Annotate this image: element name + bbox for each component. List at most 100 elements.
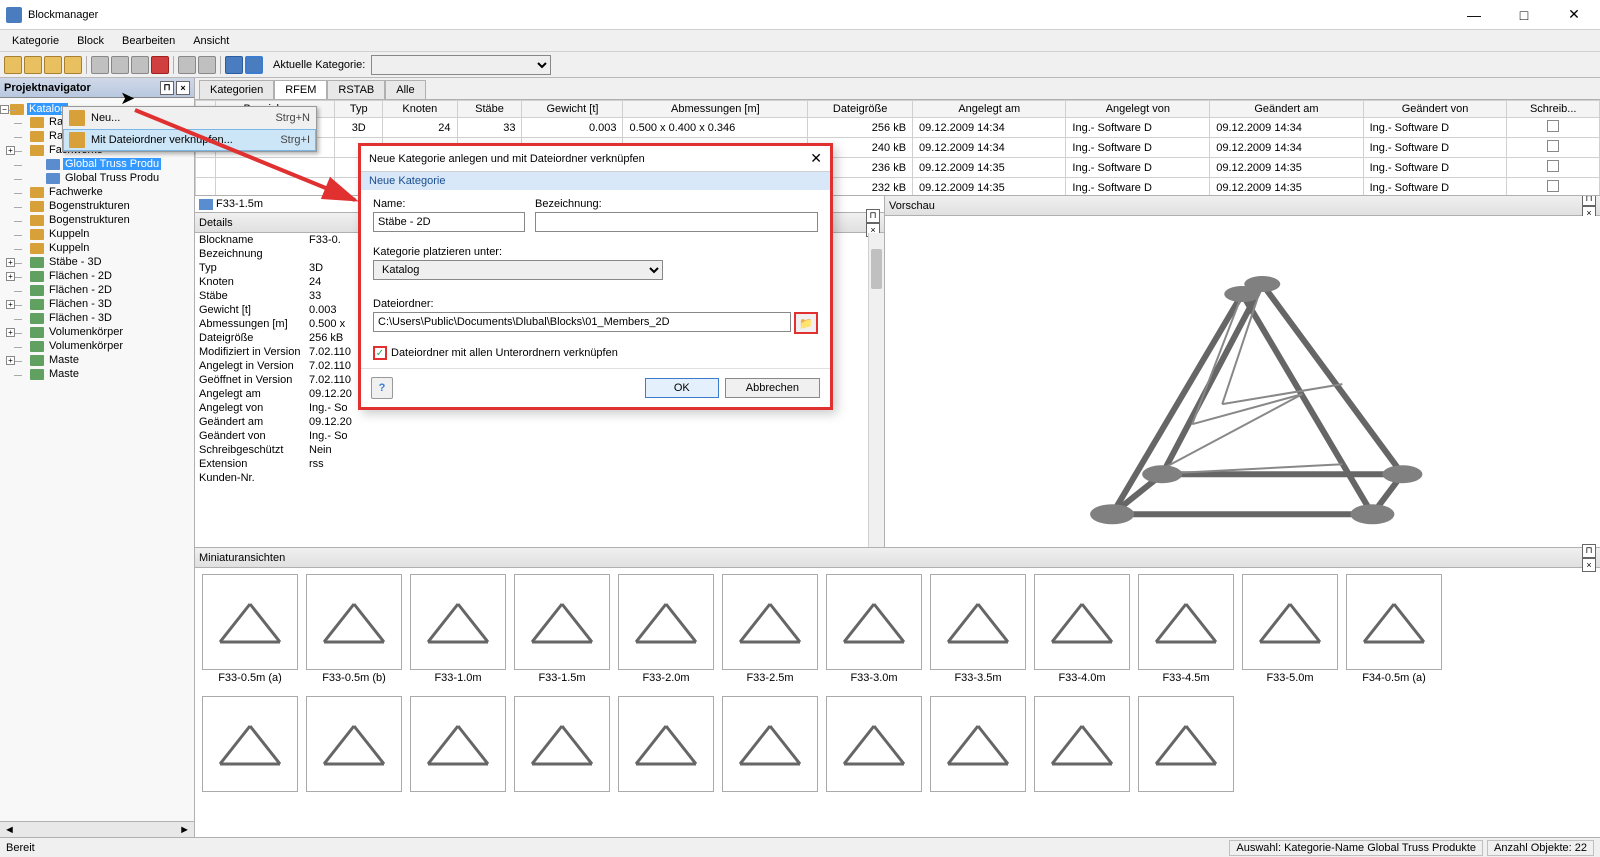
tree-item[interactable]: Volumenkörper	[47, 326, 125, 338]
tree-item[interactable]: Volumenkörper	[47, 340, 125, 352]
tree-item[interactable]: Kuppeln	[47, 242, 91, 254]
context-menu-new[interactable]: Neu... Strg+N	[63, 107, 316, 129]
tab-alle[interactable]: Alle	[385, 80, 425, 99]
thumbnail[interactable]: F33-2.5m	[721, 574, 819, 684]
thumbnail[interactable]: F33-0.5m (a)	[201, 574, 299, 684]
menu-block[interactable]: Block	[69, 33, 112, 49]
ok-button[interactable]: OK	[645, 378, 719, 398]
toolbar-icon-1[interactable]	[4, 56, 22, 74]
details-pin-icon[interactable]: ⊓	[866, 209, 880, 223]
tree-item[interactable]: Flächen - 2D	[47, 270, 114, 282]
thumbnail[interactable]: F34-0.5m (a)	[1345, 574, 1443, 684]
preview-pin-icon[interactable]: ⊓	[1582, 196, 1596, 206]
browse-icon: 📁	[799, 317, 813, 330]
tree-item[interactable]: Bogenstrukturen	[47, 200, 132, 212]
toolbar-icon-3[interactable]	[44, 56, 62, 74]
thumbnail[interactable]	[825, 696, 923, 792]
navigator-title: Projektnavigator	[4, 82, 91, 94]
details-title: Details	[199, 217, 233, 229]
tree-item[interactable]: Maste	[47, 368, 81, 380]
toolbar-icon-8[interactable]	[178, 56, 196, 74]
thumbnail[interactable]	[513, 696, 611, 792]
menu-bearbeiten[interactable]: Bearbeiten	[114, 33, 183, 49]
maximize-button[interactable]: □	[1504, 3, 1544, 27]
grid-header[interactable]: Schreib...	[1507, 101, 1600, 118]
subfolder-checkbox[interactable]: ✓	[373, 346, 387, 360]
tree-item[interactable]: Global Truss Produ	[63, 172, 161, 184]
tree-item[interactable]: Flächen - 2D	[47, 284, 114, 296]
thumbnail[interactable]: F33-2.0m	[617, 574, 715, 684]
tab-rstab[interactable]: RSTAB	[327, 80, 385, 99]
toolbar-icon-11[interactable]	[245, 56, 263, 74]
toolbar-icon-5[interactable]	[91, 56, 109, 74]
grid-header[interactable]: Gewicht [t]	[522, 101, 623, 118]
toolbar-icon-6[interactable]	[111, 56, 129, 74]
grid-header[interactable]: Geändert von	[1363, 101, 1507, 118]
grid-header[interactable]: Typ	[335, 101, 383, 118]
tree-item[interactable]: Maste	[47, 354, 81, 366]
toolbar-icon-10[interactable]	[225, 56, 243, 74]
thumbnail[interactable]: F33-1.5m	[513, 574, 611, 684]
cancel-button[interactable]: Abbrechen	[725, 378, 820, 398]
grid-header[interactable]: Geändert am	[1210, 101, 1363, 118]
thumbnail[interactable]	[617, 696, 715, 792]
tree-item[interactable]: Bogenstrukturen	[47, 214, 132, 226]
thumbnail[interactable]: F33-3.5m	[929, 574, 1027, 684]
navigator-tree[interactable]: −Katalog RahmenRahmen+FachwerkeGlobal Tr…	[0, 98, 194, 821]
folder-input[interactable]	[373, 312, 791, 332]
thumbnail[interactable]	[1033, 696, 1131, 792]
thumbnail[interactable]: F33-4.5m	[1137, 574, 1235, 684]
name-input[interactable]	[373, 212, 525, 232]
details-scrollbar[interactable]	[868, 233, 884, 547]
preview-canvas[interactable]	[885, 216, 1600, 547]
thumbs-pin-icon[interactable]: ⊓	[1582, 544, 1596, 558]
thumbnail[interactable]	[929, 696, 1027, 792]
navigator-scrollbar[interactable]: ◄►	[0, 821, 194, 837]
thumbnail[interactable]	[1137, 696, 1235, 792]
thumbnail[interactable]	[305, 696, 403, 792]
tree-item[interactable]: Kuppeln	[47, 228, 91, 240]
browse-button[interactable]: 📁	[794, 312, 818, 334]
grid-header[interactable]: Angelegt von	[1066, 101, 1210, 118]
close-button[interactable]: ✕	[1554, 3, 1594, 27]
thumbnail[interactable]: F33-3.0m	[825, 574, 923, 684]
tree-item[interactable]: Flächen - 3D	[47, 298, 114, 310]
thumbnail[interactable]: F33-5.0m	[1241, 574, 1339, 684]
tree-item[interactable]: Global Truss Produ	[63, 158, 161, 170]
minimize-button[interactable]: —	[1454, 3, 1494, 27]
context-menu-link-folder[interactable]: Mit Dateiordner verknüpfen... Strg+I	[63, 129, 316, 151]
grid-header[interactable]: Abmessungen [m]	[623, 101, 808, 118]
tree-item[interactable]: Stäbe - 3D	[47, 256, 104, 268]
toolbar-icon-4[interactable]	[64, 56, 82, 74]
tab-kategorien[interactable]: Kategorien	[199, 80, 274, 99]
grid-header[interactable]: Dateigröße	[808, 101, 913, 118]
toolbar-icon-9[interactable]	[198, 56, 216, 74]
tree-item[interactable]: Fachwerke	[47, 186, 105, 198]
tab-rfem[interactable]: RFEM	[274, 80, 327, 99]
delete-icon[interactable]	[151, 56, 169, 74]
thumbnail[interactable]: F33-1.0m	[409, 574, 507, 684]
close-panel-icon[interactable]: ×	[176, 81, 190, 95]
grid-header[interactable]: Stäbe	[457, 101, 522, 118]
desc-input[interactable]	[535, 212, 818, 232]
details-list-item[interactable]: F33-1.5m	[216, 198, 263, 210]
thumbnail[interactable]	[201, 696, 299, 792]
help-button[interactable]: ?	[371, 377, 393, 399]
thumbnail[interactable]: F33-0.5m (b)	[305, 574, 403, 684]
tree-item[interactable]: Flächen - 3D	[47, 312, 114, 324]
menu-ansicht[interactable]: Ansicht	[185, 33, 237, 49]
toolbar-icon-2[interactable]	[24, 56, 42, 74]
thumbnail[interactable]: F33-4.0m	[1033, 574, 1131, 684]
place-select[interactable]: Katalog	[373, 260, 663, 280]
thumbnail[interactable]	[409, 696, 507, 792]
toolbar-icon-7[interactable]	[131, 56, 149, 74]
dialog-close-icon[interactable]: ✕	[810, 150, 822, 167]
grid-header[interactable]: Knoten	[383, 101, 457, 118]
grid-header[interactable]: Angelegt am	[913, 101, 1066, 118]
current-category-select[interactable]	[371, 55, 551, 75]
thumbnail[interactable]	[721, 696, 819, 792]
pin-icon[interactable]: ⊓	[160, 81, 174, 95]
table-row[interactable]: 3D24330.0030.500 x 0.400 x 0.346256 kB09…	[196, 118, 1600, 138]
tabbar: Kategorien RFEM RSTAB Alle	[195, 78, 1600, 100]
menu-kategorie[interactable]: Kategorie	[4, 33, 67, 49]
